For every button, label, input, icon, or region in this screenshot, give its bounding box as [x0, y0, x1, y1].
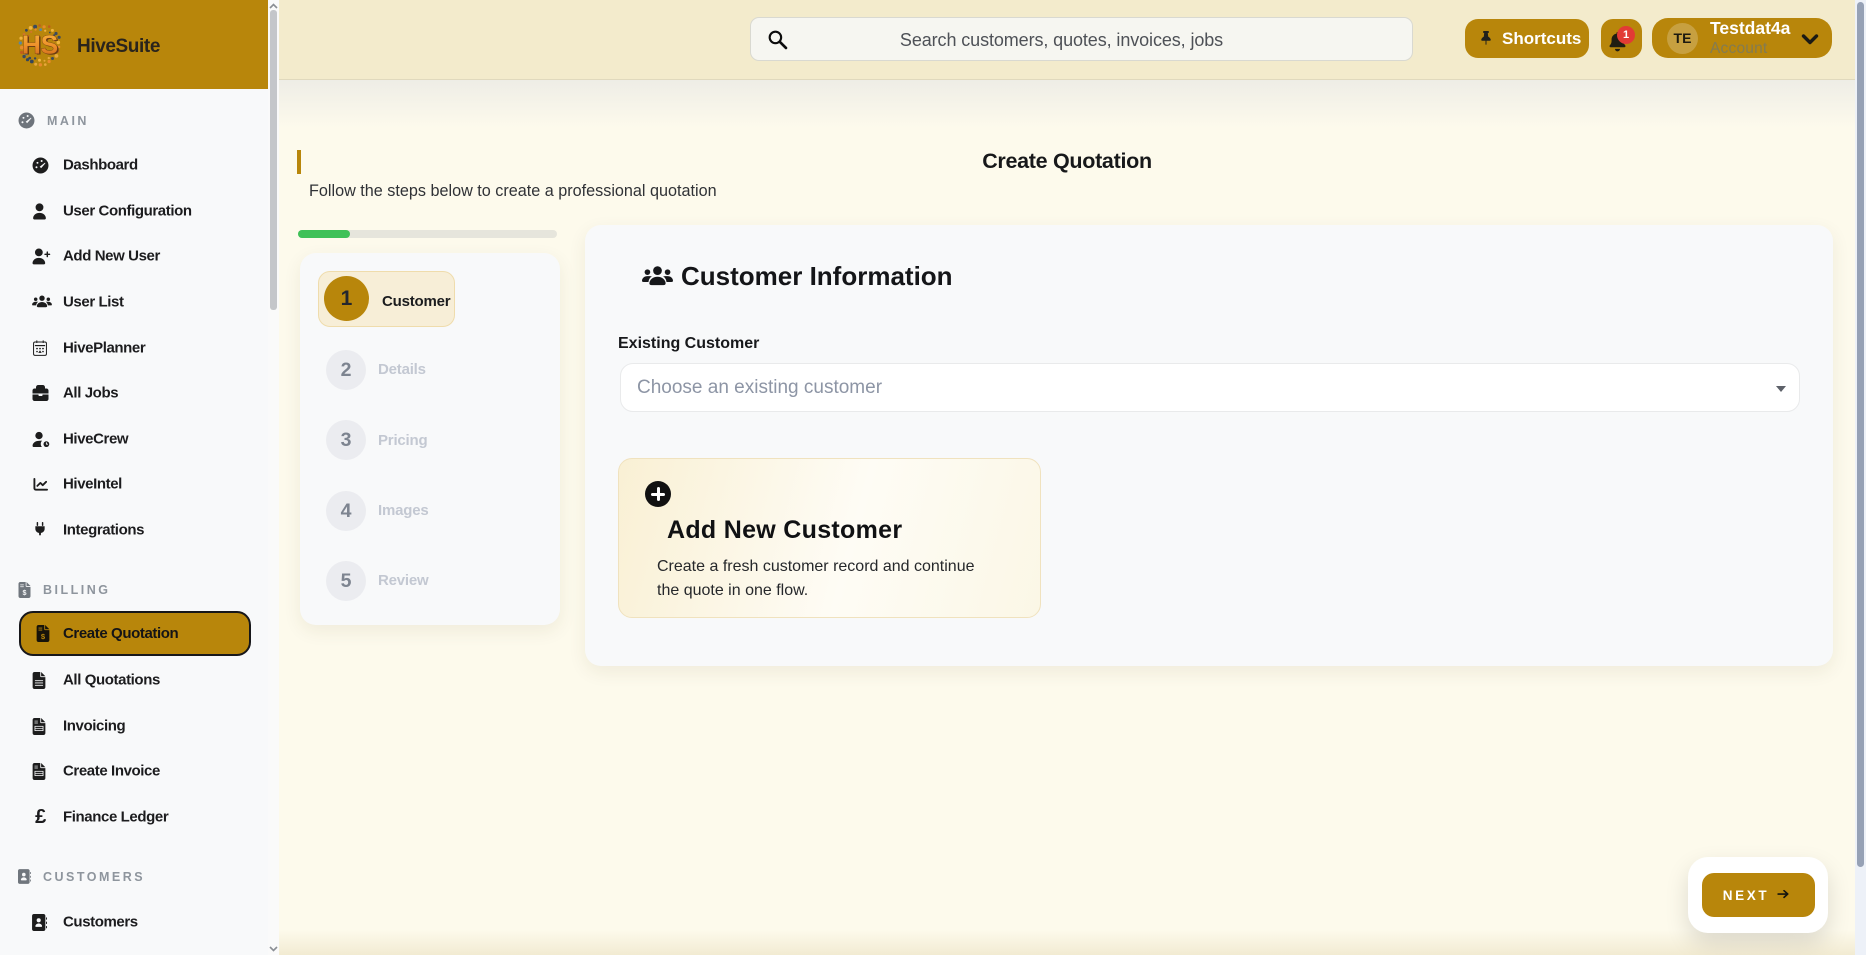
svg-text:HS: HS	[22, 30, 58, 60]
svg-text:$: $	[23, 589, 27, 597]
